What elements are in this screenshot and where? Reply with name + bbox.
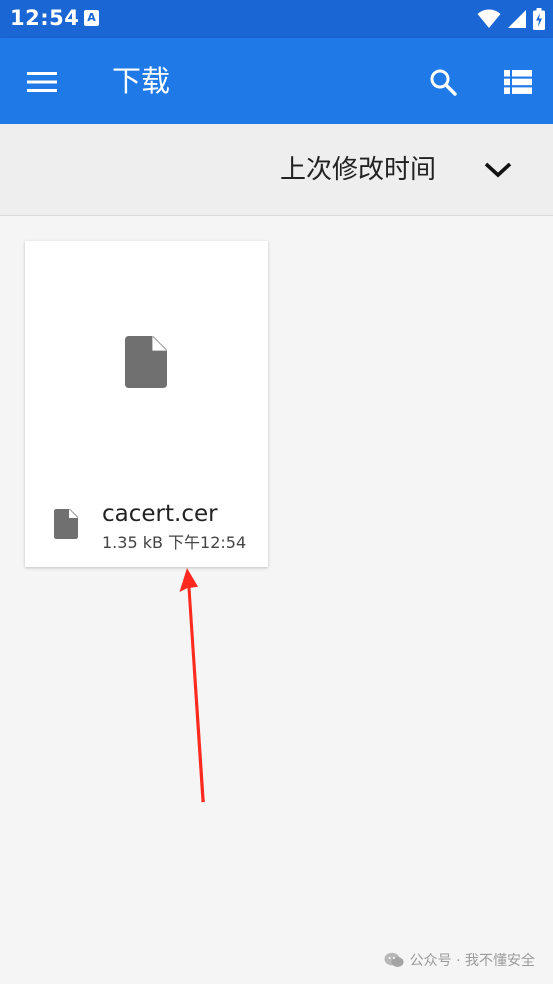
page-title: 下载 xyxy=(112,64,171,98)
sort-bar: 上次修改时间 xyxy=(0,124,553,216)
file-icon xyxy=(125,336,167,388)
watermark-text: 公众号 · 我不懂安全 xyxy=(409,953,535,969)
signal-icon xyxy=(508,10,526,28)
app-bar: 下载 xyxy=(0,38,553,124)
sort-label[interactable]: 上次修改时间 xyxy=(280,152,436,188)
menu-button[interactable] xyxy=(20,60,64,104)
status-icons xyxy=(477,6,545,32)
sort-direction-button[interactable] xyxy=(476,148,520,192)
wifi-icon xyxy=(477,9,501,28)
view-toggle-button[interactable] xyxy=(496,60,540,104)
status-time: 12:54 xyxy=(10,6,80,30)
file-meta: 1.35 kB 下午12:54 xyxy=(102,533,247,552)
search-icon xyxy=(430,69,457,96)
file-card[interactable]: cacert.cer 1.35 kB 下午12:54 xyxy=(25,241,268,567)
search-button[interactable] xyxy=(421,60,465,104)
chevron-down-icon xyxy=(484,162,512,178)
watermark: 公众号 · 我不懂安全 xyxy=(384,950,535,970)
keyboard-a-icon: A xyxy=(84,10,99,26)
wechat-icon xyxy=(384,952,404,967)
file-type-icon xyxy=(54,509,78,539)
menu-icon xyxy=(27,72,57,92)
file-name: cacert.cer xyxy=(102,501,218,527)
list-view-icon xyxy=(504,70,532,94)
battery-charging-icon xyxy=(533,8,545,30)
status-bar: 12:54 A xyxy=(0,0,553,38)
